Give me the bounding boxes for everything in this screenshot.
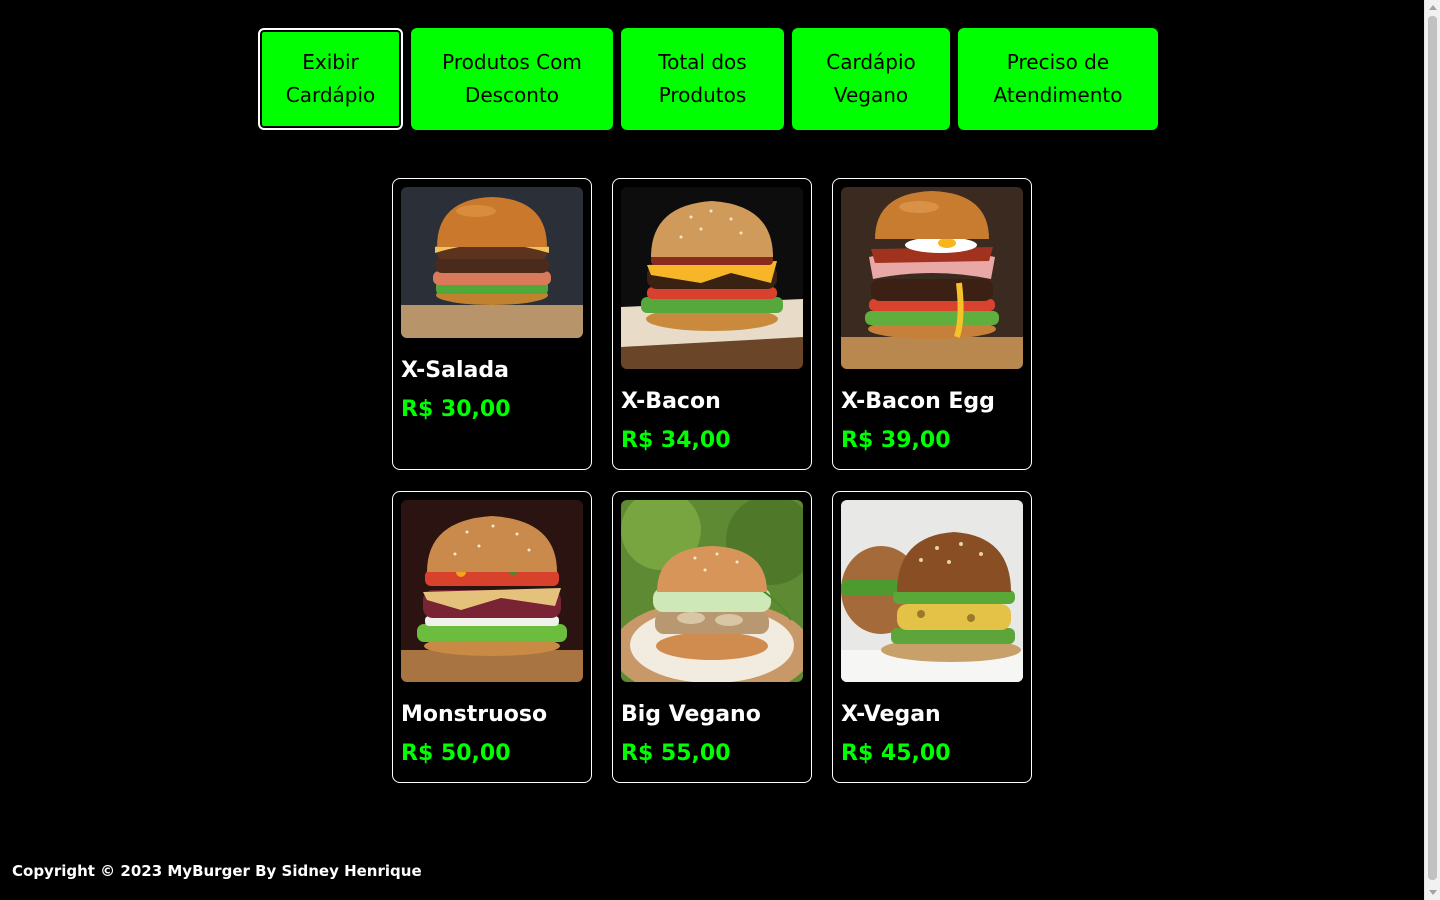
burger-photo xyxy=(621,500,803,682)
product-card[interactable]: X-Vegan R$ 45,00 xyxy=(832,491,1032,783)
burger-photo xyxy=(401,187,583,338)
page: Exibir Cardápio Produtos Com Desconto To… xyxy=(0,0,1424,900)
product-name: Big Vegano xyxy=(621,702,761,727)
products-total-button[interactable]: Total dos Produtos xyxy=(621,28,784,130)
product-name: X-Bacon xyxy=(621,389,721,414)
product-price: R$ 45,00 xyxy=(841,741,951,766)
need-help-button[interactable]: Preciso de Atendimento xyxy=(958,28,1158,130)
burger-photo xyxy=(841,500,1023,682)
product-price: R$ 30,00 xyxy=(401,397,511,422)
show-menu-button-label: Exibir Cardápio xyxy=(285,50,376,107)
product-name: X-Bacon Egg xyxy=(841,389,995,414)
product-name: X-Salada xyxy=(401,358,509,383)
product-price: R$ 34,00 xyxy=(621,428,731,453)
vertical-scrollbar[interactable] xyxy=(1424,0,1440,900)
scroll-up-arrow-icon[interactable] xyxy=(1429,5,1437,10)
product-price: R$ 50,00 xyxy=(401,741,511,766)
vegan-menu-button[interactable]: Cardápio Vegano xyxy=(792,28,950,130)
scrollbar-thumb[interactable] xyxy=(1428,16,1437,880)
burger-photo xyxy=(841,187,1023,369)
discount-products-button-label: Produtos Com Desconto xyxy=(442,50,582,107)
products-total-button-label: Total dos Produtos xyxy=(658,50,747,107)
top-nav: Exibir Cardápio Produtos Com Desconto To… xyxy=(258,28,1158,130)
product-card[interactable]: X-Bacon R$ 34,00 xyxy=(612,178,812,470)
product-card[interactable]: Monstruoso R$ 50,00 xyxy=(392,491,592,783)
product-name: Monstruoso xyxy=(401,702,548,727)
product-card[interactable]: X-Salada R$ 30,00 xyxy=(392,178,592,470)
burger-photo xyxy=(401,500,583,682)
product-card[interactable]: X-Bacon Egg R$ 39,00 xyxy=(832,178,1032,470)
show-menu-button[interactable]: Exibir Cardápio xyxy=(258,28,403,130)
product-card[interactable]: Big Vegano R$ 55,00 xyxy=(612,491,812,783)
need-help-button-label: Preciso de Atendimento xyxy=(993,50,1123,107)
product-name: X-Vegan xyxy=(841,702,941,727)
product-price: R$ 39,00 xyxy=(841,428,951,453)
vegan-menu-button-label: Cardápio Vegano xyxy=(826,50,916,107)
discount-products-button[interactable]: Produtos Com Desconto xyxy=(411,28,613,130)
product-grid: X-Salada R$ 30,00 X-Bacon R$ 34,00 X-Bac… xyxy=(392,178,1032,783)
footer-copyright: Copyright © 2023 MyBurger By Sidney Henr… xyxy=(12,862,422,880)
product-price: R$ 55,00 xyxy=(621,741,731,766)
burger-photo xyxy=(621,187,803,369)
scroll-down-arrow-icon[interactable] xyxy=(1429,890,1437,895)
